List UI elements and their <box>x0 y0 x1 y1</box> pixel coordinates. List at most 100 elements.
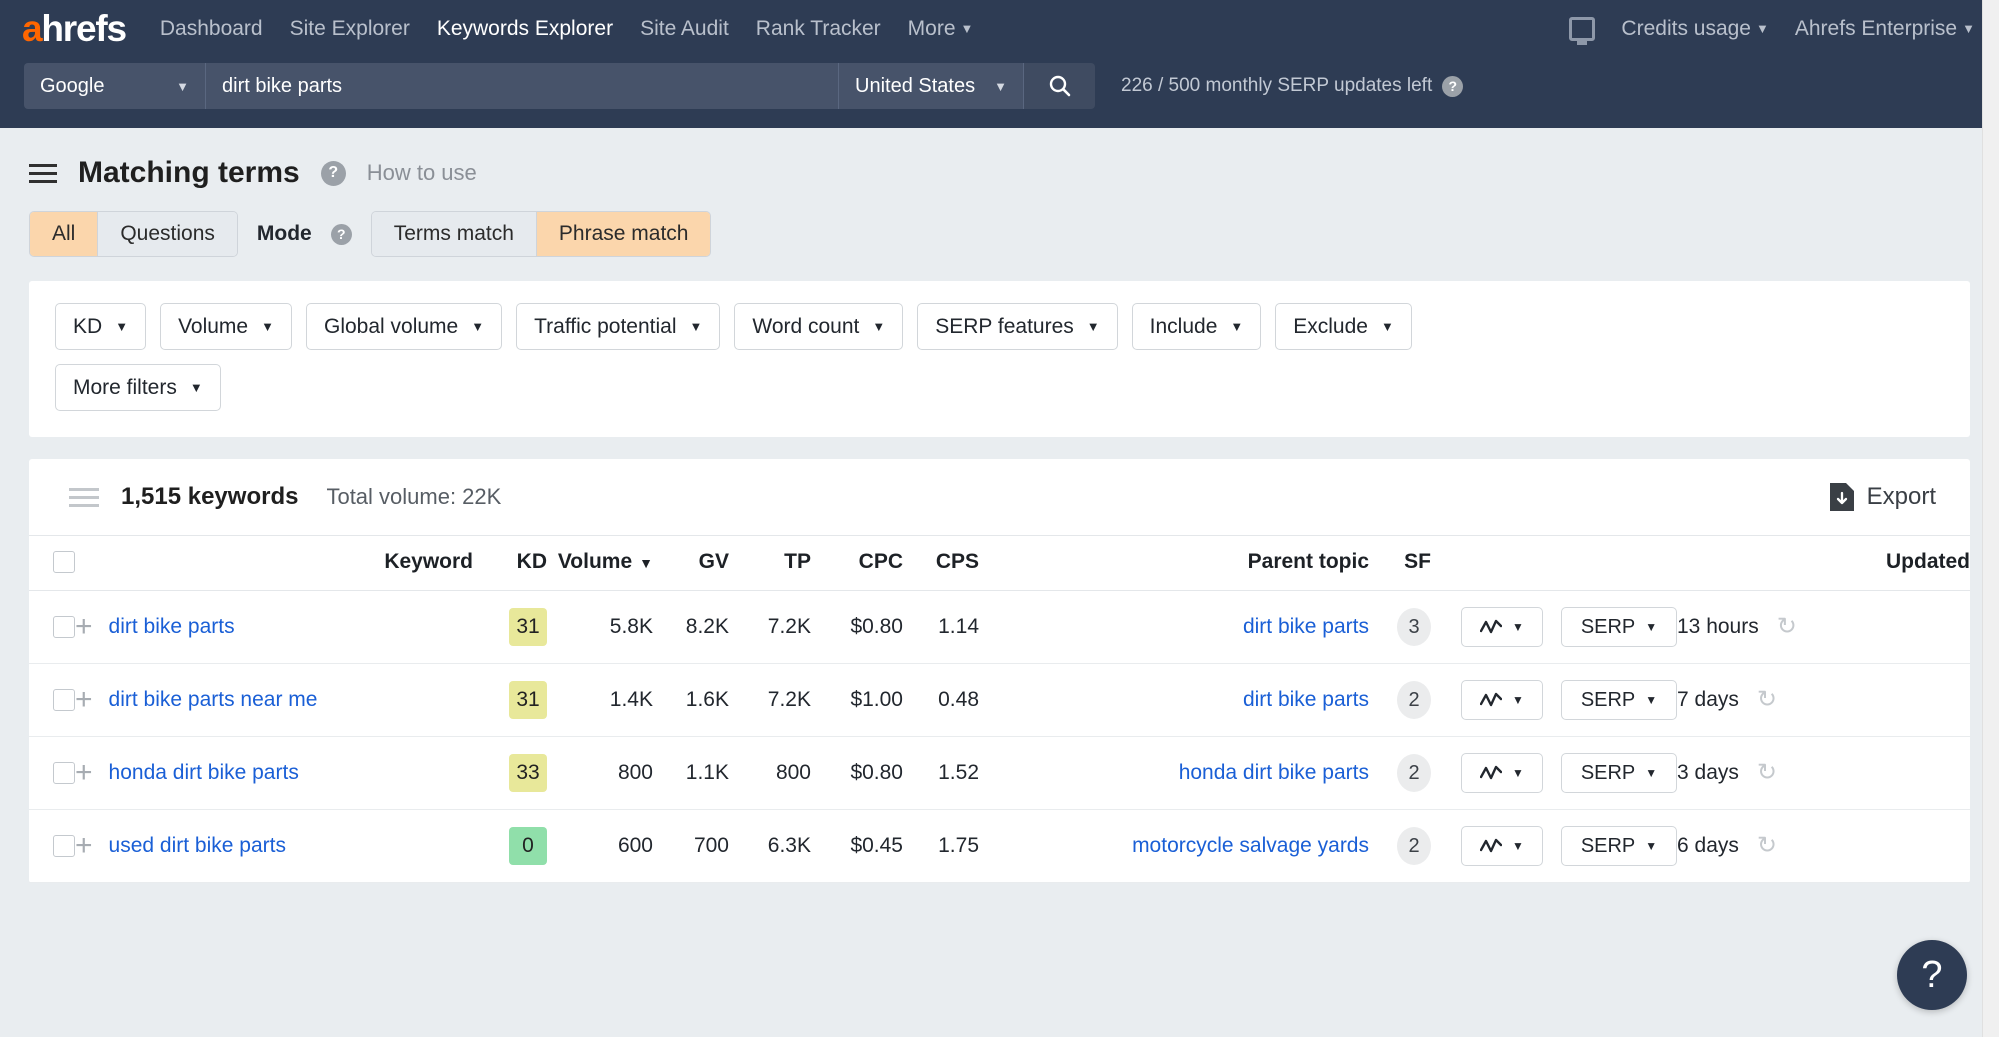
sidebar-toggle-icon[interactable] <box>29 164 57 183</box>
question-mark-icon[interactable]: ? <box>321 161 346 186</box>
select-all-checkbox[interactable] <box>53 551 75 573</box>
row-checkbox[interactable] <box>53 835 75 857</box>
search-engine-select[interactable]: Google ▼ <box>24 63 206 109</box>
kd-badge: 0 <box>509 827 547 865</box>
header-sf[interactable]: SF <box>1369 536 1431 591</box>
page-scrollbar[interactable] <box>1982 0 1999 1037</box>
serp-label: SERP <box>1581 762 1635 785</box>
nav-link-site-audit[interactable]: Site Audit <box>640 17 729 41</box>
keyword-link[interactable]: used dirt bike parts <box>109 834 286 858</box>
header-parent-topic[interactable]: Parent topic <box>979 536 1369 591</box>
filter-traffic-potential[interactable]: Traffic potential▼ <box>516 303 720 350</box>
keyword-link[interactable]: dirt bike parts near me <box>109 688 318 712</box>
chevron-down-icon: ▼ <box>1381 319 1394 334</box>
tab-label: Questions <box>120 222 215 246</box>
nav-link-site-explorer[interactable]: Site Explorer <box>290 17 410 41</box>
refresh-icon[interactable]: ↻ <box>1757 761 1777 785</box>
filter-serp-features[interactable]: SERP features▼ <box>917 303 1117 350</box>
updated-cell: 13 hours↻ <box>1677 591 1970 664</box>
parent-topic-cell: motorcycle salvage yards <box>979 810 1369 883</box>
refresh-icon[interactable]: ↻ <box>1777 615 1797 639</box>
volume-cell: 1.4K <box>547 664 653 737</box>
search-bar: Google ▼ United States ▼ 226 / 500 month… <box>0 57 1999 128</box>
filter-include[interactable]: Include▼ <box>1132 303 1262 350</box>
header-kd[interactable]: KD <box>473 536 547 591</box>
how-to-use-link[interactable]: How to use <box>367 160 477 186</box>
parent-topic-link[interactable]: dirt bike parts <box>1243 615 1369 638</box>
cps-cell: 1.52 <box>903 737 979 810</box>
filter-more-filters[interactable]: More filters▼ <box>55 364 221 411</box>
question-mark-icon[interactable]: ? <box>1442 76 1463 97</box>
header-volume[interactable]: Volume▼ <box>547 536 653 591</box>
serp-button[interactable]: SERP▼ <box>1561 826 1677 866</box>
keyword-link[interactable]: honda dirt bike parts <box>109 761 299 785</box>
credits-usage-menu[interactable]: Credits usage▼ <box>1621 17 1768 41</box>
tab-phrase-match[interactable]: Phrase match <box>537 212 711 256</box>
parent-topic-link[interactable]: motorcycle salvage yards <box>1132 834 1369 857</box>
serp-button[interactable]: SERP▼ <box>1561 607 1677 647</box>
main-nav-links: Dashboard Site Explorer Keywords Explorer S… <box>160 17 974 41</box>
trend-chart-button[interactable]: ▼ <box>1461 680 1543 720</box>
search-submit-button[interactable] <box>1023 63 1095 109</box>
filter-kd[interactable]: KD▼ <box>55 303 146 350</box>
trend-chart-button[interactable]: ▼ <box>1461 753 1543 793</box>
row-checkbox[interactable] <box>53 616 75 638</box>
header-keyword[interactable]: Keyword <box>75 536 473 591</box>
nav-link-more[interactable]: More▼ <box>908 17 974 41</box>
nav-link-keywords-explorer[interactable]: Keywords Explorer <box>437 17 613 41</box>
kd-badge: 31 <box>509 608 547 646</box>
row-select-cell <box>29 737 75 810</box>
header-tp[interactable]: TP <box>729 536 811 591</box>
add-keyword-icon[interactable]: + <box>75 764 93 782</box>
help-fab-button[interactable]: ? <box>1897 940 1967 1010</box>
refresh-icon[interactable]: ↻ <box>1757 688 1777 712</box>
nav-link-dashboard[interactable]: Dashboard <box>160 17 263 41</box>
add-keyword-icon[interactable]: + <box>75 691 93 709</box>
parent-topic-link[interactable]: dirt bike parts <box>1243 688 1369 711</box>
filter-label: Global volume <box>324 315 458 339</box>
header-updated[interactable]: Updated <box>1677 536 1970 591</box>
filter-global-volume[interactable]: Global volume▼ <box>306 303 502 350</box>
serp-button[interactable]: SERP▼ <box>1561 680 1677 720</box>
export-button[interactable]: Export <box>1829 482 1936 512</box>
question-mark-icon[interactable]: ? <box>331 224 352 245</box>
tab-label: Terms match <box>394 222 514 246</box>
account-label: Ahrefs Enterprise <box>1795 17 1957 40</box>
header-cps[interactable]: CPS <box>903 536 979 591</box>
tab-questions[interactable]: Questions <box>98 212 237 256</box>
add-keyword-icon[interactable]: + <box>75 837 93 855</box>
tab-all[interactable]: All <box>30 212 98 256</box>
row-checkbox[interactable] <box>53 689 75 711</box>
mode-label: Mode <box>257 222 312 246</box>
filter-exclude[interactable]: Exclude ▼ <box>1275 303 1412 350</box>
match-mode-tabs: Terms match Phrase match <box>371 211 712 257</box>
monitor-icon[interactable] <box>1569 17 1595 41</box>
search-icon <box>1048 74 1072 98</box>
header-cpc[interactable]: CPC <box>811 536 903 591</box>
keyword-link[interactable]: dirt bike parts <box>109 615 235 639</box>
country-select[interactable]: United States ▼ <box>838 63 1023 109</box>
list-menu-icon[interactable] <box>69 488 99 507</box>
filter-word-count[interactable]: Word count▼ <box>734 303 903 350</box>
trend-chart-button[interactable]: ▼ <box>1461 826 1543 866</box>
row-checkbox[interactable] <box>53 762 75 784</box>
serp-button[interactable]: SERP▼ <box>1561 753 1677 793</box>
filter-label: Exclude <box>1293 315 1368 339</box>
tab-terms-match[interactable]: Terms match <box>372 212 537 256</box>
filter-volume[interactable]: Volume▼ <box>160 303 292 350</box>
nav-link-rank-tracker[interactable]: Rank Tracker <box>756 17 881 41</box>
nav-link-label: Site Audit <box>640 17 729 40</box>
header-gv[interactable]: GV <box>653 536 729 591</box>
refresh-icon[interactable]: ↻ <box>1757 834 1777 858</box>
chevron-down-icon: ▼ <box>1512 766 1524 780</box>
chevron-down-icon: ▼ <box>1962 21 1975 36</box>
account-menu[interactable]: Ahrefs Enterprise ▼ <box>1795 17 1975 41</box>
chevron-down-icon: ▼ <box>961 21 974 36</box>
add-keyword-icon[interactable]: + <box>75 618 93 636</box>
chevron-down-icon: ▼ <box>176 79 189 94</box>
parent-topic-link[interactable]: honda dirt bike parts <box>1179 761 1369 784</box>
ahrefs-logo[interactable]: ahrefs <box>22 10 126 47</box>
keyword-search-input[interactable] <box>206 63 838 109</box>
volume-cell: 600 <box>547 810 653 883</box>
trend-chart-button[interactable]: ▼ <box>1461 607 1543 647</box>
